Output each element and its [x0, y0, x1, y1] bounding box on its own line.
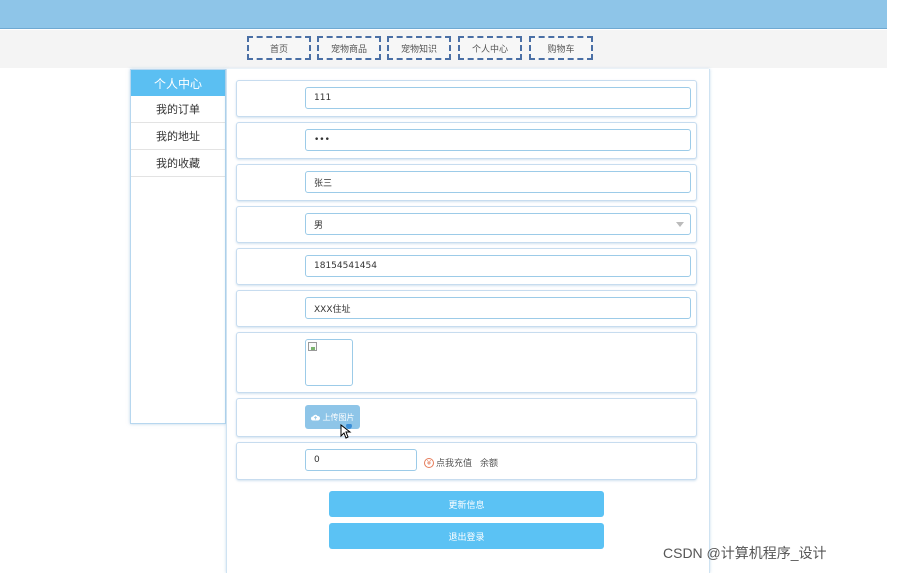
phone-input[interactable]: 18154541454: [305, 255, 691, 277]
top-banner: [0, 0, 887, 29]
password-input[interactable]: •••: [305, 129, 691, 151]
address-input[interactable]: XXX住址: [305, 297, 691, 319]
upload-image-label: 上传图片: [322, 412, 355, 422]
account-input[interactable]: 111: [305, 87, 691, 109]
sidebar-item-addresses[interactable]: 我的地址: [131, 123, 225, 150]
nav-personal-center[interactable]: 个人中心: [458, 36, 522, 60]
recharge-link[interactable]: ¥ 点我充值: [424, 456, 472, 469]
sidebar: 个人中心 我的订单 我的地址 我的收藏: [130, 69, 226, 424]
balance-label: 余额: [479, 459, 498, 469]
gender-value: 男: [314, 220, 324, 231]
logout-button[interactable]: 退出登录: [329, 523, 604, 549]
watermark: CSDN @计算机程序_设计: [663, 545, 827, 561]
update-info-button[interactable]: 更新信息: [329, 491, 604, 517]
sidebar-item-orders[interactable]: 我的订单: [131, 96, 225, 123]
sidebar-header[interactable]: 个人中心: [131, 70, 225, 96]
sidebar-item-favorites[interactable]: 我的收藏: [131, 150, 225, 177]
yen-coin-icon: ¥: [424, 457, 434, 468]
page: 首页 宠物商品 宠物知识 个人中心 购物车 个人中心 我的订单 我的地址 我的收…: [0, 0, 897, 573]
nav-pet-products[interactable]: 宠物商品: [317, 36, 381, 60]
avatar-image: [305, 339, 353, 386]
mouse-cursor-icon: [340, 424, 352, 439]
gender-select[interactable]: 男: [305, 213, 691, 235]
nav-pet-knowledge[interactable]: 宠物知识: [387, 36, 451, 60]
recharge-label: 点我充值: [436, 459, 473, 469]
nav-cart[interactable]: 购物车: [529, 36, 593, 60]
chevron-down-icon: [676, 222, 684, 227]
nav-home[interactable]: 首页: [247, 36, 311, 60]
balance-input[interactable]: 0: [305, 449, 417, 471]
cloud-upload-icon: [310, 414, 320, 420]
name-input[interactable]: 张三: [305, 171, 691, 193]
broken-image-icon: [308, 342, 317, 351]
